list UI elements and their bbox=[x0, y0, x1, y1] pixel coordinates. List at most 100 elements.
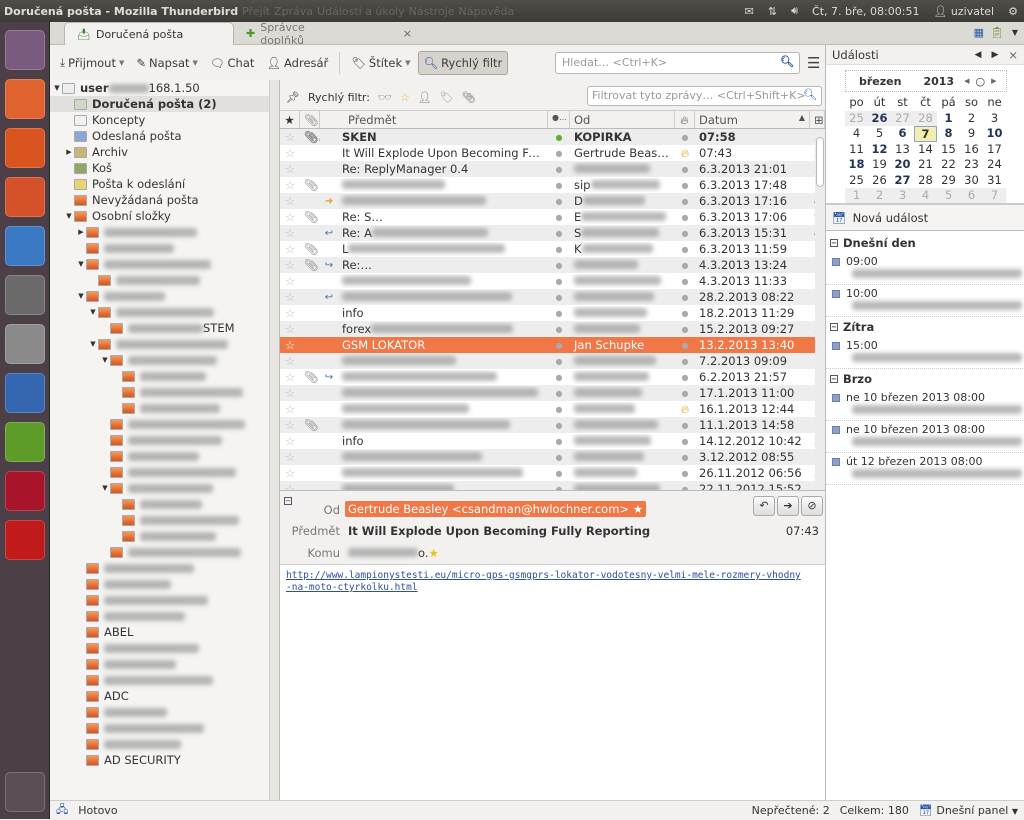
folder-item[interactable] bbox=[50, 720, 279, 736]
folder-item[interactable]: Nevyžádaná pošta bbox=[50, 192, 279, 208]
tab-inbox[interactable]: 📥︎ Doručená pošta bbox=[64, 22, 234, 45]
user-menu[interactable]: 👤︎ uzivatel bbox=[933, 5, 994, 18]
agenda-item[interactable]: út 12 březen 2013 08:00 bbox=[826, 453, 1024, 485]
read-dot-icon[interactable]: ● bbox=[548, 437, 570, 446]
message-row[interactable]: ☆📎︎●●11.1.2013 14:587… bbox=[280, 417, 825, 433]
twisty-open-icon[interactable]: ▼ bbox=[100, 484, 110, 492]
launcher-icon[interactable] bbox=[5, 275, 45, 315]
message-row[interactable]: ☆forex●●15.2.2013 09:273… bbox=[280, 321, 825, 337]
junk-dot-icon[interactable]: ● bbox=[675, 261, 695, 270]
folder-item[interactable] bbox=[50, 576, 279, 592]
folder-item[interactable] bbox=[50, 640, 279, 656]
calendar-day[interactable]: 29 bbox=[937, 173, 960, 189]
today-pane-toggle[interactable]: 📅︎ Dnešní panel ▼ bbox=[919, 804, 1018, 817]
calendar-day[interactable]: 25 bbox=[845, 110, 868, 126]
star-icon[interactable]: ☆ bbox=[280, 226, 300, 240]
junk-dot-icon[interactable]: ● bbox=[675, 309, 695, 318]
menu-item[interactable]: Nástroje bbox=[409, 5, 455, 18]
calendar-day[interactable]: 4 bbox=[845, 126, 868, 142]
folder-item[interactable]: ▼ bbox=[50, 352, 279, 368]
message-row[interactable]: ☆📎︎Re: S●E●6.3.2013 17:069… bbox=[280, 209, 825, 225]
junk-dot-icon[interactable]: ● bbox=[675, 197, 695, 206]
junk-dot-icon[interactable]: ● bbox=[675, 181, 695, 190]
read-dot-icon[interactable]: ● bbox=[548, 453, 570, 462]
calendar-day[interactable]: 19 bbox=[868, 157, 891, 173]
agenda-item[interactable]: 09:00 bbox=[826, 253, 1024, 285]
message-row[interactable]: ☆Re: ReplyManager 0.4●●6.3.2013 21:013… bbox=[280, 161, 825, 177]
folder-item[interactable] bbox=[50, 608, 279, 624]
gear-icon[interactable]: ⚙ bbox=[1008, 5, 1018, 18]
calendar-day[interactable]: 4 bbox=[914, 188, 937, 204]
calendar-day[interactable]: 22 bbox=[937, 157, 960, 173]
read-dot-icon[interactable]: ● bbox=[548, 469, 570, 478]
calendar-day[interactable]: 5 bbox=[937, 188, 960, 204]
folder-item[interactable] bbox=[50, 432, 279, 448]
reply-button[interactable]: ↶ bbox=[753, 496, 775, 516]
folder-item[interactable] bbox=[50, 544, 279, 560]
folder-item[interactable]: Koš bbox=[50, 160, 279, 176]
junk-dot-icon[interactable]: ● bbox=[675, 245, 695, 254]
folder-item[interactable]: ABEL bbox=[50, 624, 279, 640]
search-icon[interactable]: 🔍︎ bbox=[780, 55, 794, 68]
calendar-day[interactable]: 23 bbox=[960, 157, 983, 173]
read-dot-icon[interactable]: ● bbox=[548, 309, 570, 318]
today-circle-icon[interactable]: ○ bbox=[975, 75, 985, 88]
launcher-icon[interactable] bbox=[5, 30, 45, 70]
calendar-day[interactable]: 1 bbox=[937, 111, 960, 127]
tag-button[interactable]: 🏷︎ Štítek ▼ bbox=[346, 52, 415, 74]
network-icon[interactable]: ⇅ bbox=[768, 5, 777, 18]
calendar-day[interactable]: 6 bbox=[891, 126, 914, 142]
message-row[interactable]: ☆📎︎L●K●6.3.2013 11:591… bbox=[280, 241, 825, 257]
message-row[interactable]: ☆●●26.11.2012 06:563… bbox=[280, 465, 825, 481]
twisty-open-icon[interactable]: ▼ bbox=[88, 308, 98, 316]
read-dot-icon[interactable]: ● bbox=[548, 325, 570, 334]
read-dot-icon[interactable]: ● bbox=[548, 229, 570, 238]
column-junk[interactable]: 🔥︎ bbox=[675, 111, 695, 128]
unread-filter-icon[interactable]: 👓︎ bbox=[378, 91, 392, 104]
star-icon[interactable]: ☆ bbox=[280, 258, 300, 272]
list-scrollbar[interactable] bbox=[815, 129, 825, 490]
folder-item[interactable] bbox=[50, 560, 279, 576]
star-icon[interactable]: ☆ bbox=[280, 450, 300, 464]
agenda-group-header[interactable]: − Zítra bbox=[826, 317, 1024, 337]
menu-item[interactable]: Zpráva bbox=[274, 5, 313, 18]
message-row[interactable]: ☆info●●18.2.2013 11:291… bbox=[280, 305, 825, 321]
to-value[interactable]: o.★ bbox=[348, 546, 439, 560]
calendar-day[interactable]: 15 bbox=[937, 142, 960, 158]
star-icon[interactable]: ☆ bbox=[280, 274, 300, 288]
next-month-icon[interactable]: ▶ bbox=[991, 77, 996, 85]
twisty-open-icon[interactable]: ▼ bbox=[64, 212, 74, 220]
column-subject[interactable]: Předmět bbox=[320, 111, 548, 128]
calendar-day[interactable]: 30 bbox=[960, 173, 983, 189]
junk-dot-icon[interactable]: ● bbox=[675, 213, 695, 222]
folder-item[interactable]: Doručená pošta (2) bbox=[50, 96, 279, 112]
calendar-day[interactable]: 14 bbox=[914, 142, 937, 158]
calendar-day[interactable]: 16 bbox=[960, 142, 983, 158]
calendar-day[interactable]: 8 bbox=[937, 126, 960, 142]
read-dot-icon[interactable]: ● bbox=[548, 373, 570, 382]
calendar-day[interactable]: 2 bbox=[868, 188, 891, 204]
star-icon[interactable]: ☆ bbox=[280, 146, 300, 160]
star-icon[interactable]: ☆ bbox=[280, 402, 300, 416]
junk-dot-icon[interactable]: ● bbox=[675, 469, 695, 478]
junk-dot-icon[interactable]: ● bbox=[675, 325, 695, 334]
junk-flame-icon[interactable]: 🔥︎ bbox=[675, 402, 695, 417]
junk-dot-icon[interactable]: ● bbox=[675, 373, 695, 382]
read-dot-icon[interactable]: ● bbox=[548, 389, 570, 398]
launcher-icon[interactable] bbox=[5, 324, 45, 364]
launcher-icon[interactable] bbox=[5, 226, 45, 266]
folder-item[interactable]: ▼ bbox=[50, 336, 279, 352]
read-dot-icon[interactable]: ● bbox=[548, 261, 570, 270]
calendar-day[interactable]: 3 bbox=[983, 111, 1006, 127]
folder-item[interactable]: ▶ bbox=[50, 224, 279, 240]
from-value[interactable]: Gertrude Beasley <csandman@hwlochner.com… bbox=[345, 501, 647, 517]
app-menu-icon[interactable]: ☰ bbox=[807, 54, 820, 72]
launcher-icon[interactable] bbox=[5, 373, 45, 413]
junk-dot-icon[interactable]: ● bbox=[675, 357, 695, 366]
pin-icon[interactable]: 📌︎ bbox=[286, 91, 300, 104]
menu-item[interactable]: Přejít bbox=[242, 5, 270, 18]
calendar-day[interactable]: 21 bbox=[914, 157, 937, 173]
message-row[interactable]: ☆📎︎↪Re:●●4.3.2013 13:241… bbox=[280, 257, 825, 273]
junk-dot-icon[interactable]: ● bbox=[675, 165, 695, 174]
calendar-day[interactable]: 26 bbox=[868, 173, 891, 189]
